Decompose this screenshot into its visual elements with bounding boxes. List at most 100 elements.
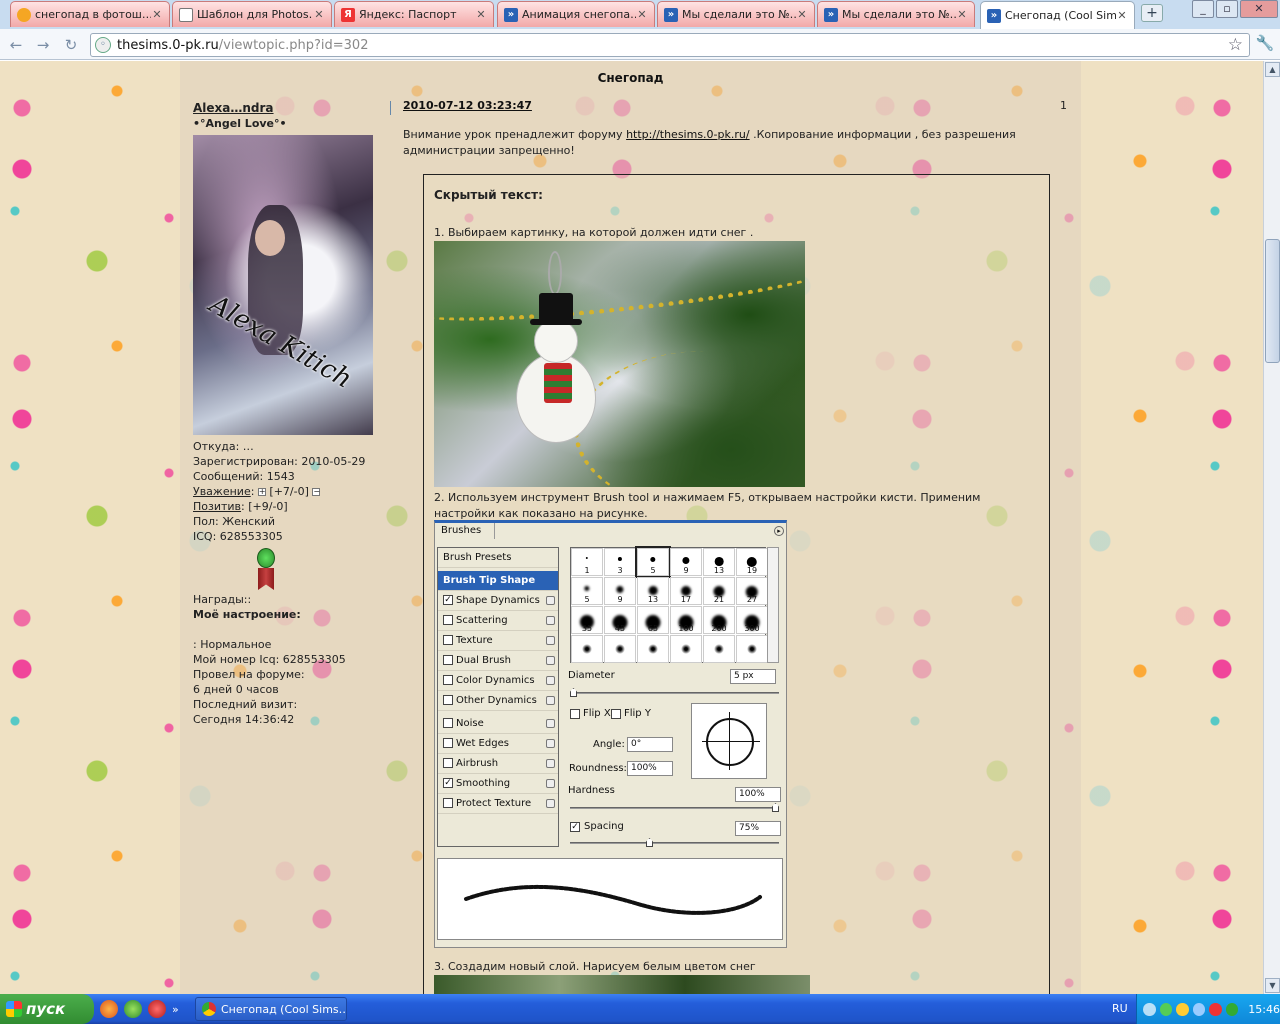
profile-icq-line: Мой номер Icq: 628553305 [193, 653, 346, 666]
close-tab-icon[interactable]: ✕ [636, 8, 648, 21]
system-tray: 15:46 [1136, 994, 1280, 1024]
spacing-checkbox: ✓ [570, 822, 580, 832]
minimize-button[interactable]: _ [1192, 0, 1214, 18]
tab-3[interactable]: Я Яндекс: Паспорт ✕ [334, 1, 494, 27]
tab-label: Мы сделали это №… [682, 8, 796, 21]
option-checkbox: ✓ [443, 778, 453, 788]
wrench-icon[interactable]: 🔧 [1255, 34, 1275, 54]
brush-size-label: 45 [614, 624, 626, 633]
tab-strip: снегопад в фотош… ✕ Шаблон для Photos… ✕ Я Ян… [0, 0, 1280, 29]
lock-icon [546, 696, 555, 705]
brush-option-item: Color Dynamics [438, 671, 558, 691]
address-bar[interactable]: ◦ thesims.0-pk.ru/viewtopic.php?id=302 ☆ [90, 33, 1250, 57]
brush-size-label: 100 [678, 624, 694, 633]
close-tab-icon[interactable]: ✕ [151, 8, 163, 21]
lock-icon [546, 719, 555, 728]
brush-size-label: 65 [647, 624, 659, 633]
brush-size-label: 300 [744, 624, 760, 633]
language-indicator[interactable]: RU [1112, 1002, 1128, 1015]
brush-tip-cell: 5 [635, 546, 671, 578]
author-name-link[interactable]: Alexa…ndra [193, 101, 403, 116]
forum-content: Снегопад Alexa…ndra •°Angel Love°• Alexa… [180, 61, 1081, 994]
hardness-label: Hardness [568, 785, 615, 796]
minus-icon[interactable]: − [312, 488, 321, 496]
bookmark-star-icon[interactable]: ☆ [1228, 35, 1243, 55]
spacing-label: Spacing [584, 821, 624, 832]
forward-icon[interactable]: → [33, 35, 53, 55]
firefox-icon[interactable] [100, 1000, 118, 1018]
brush-size-label: 27 [746, 595, 758, 604]
brush-size-label: 13 [713, 566, 725, 575]
tray-icq-icon[interactable] [1159, 1002, 1173, 1016]
close-tab-icon[interactable]: ✕ [956, 8, 968, 21]
new-tab-button[interactable]: + [1141, 4, 1163, 22]
tab-6[interactable]: » Мы сделали это №… ✕ [817, 1, 975, 27]
diameter-slider [570, 688, 779, 697]
tray-network-icon[interactable] [1192, 1002, 1206, 1016]
page-scrollbar[interactable]: ▲ ▼ [1263, 61, 1280, 994]
option-label: Airbrush [456, 758, 499, 769]
brush-tip-cell: 65 [637, 606, 669, 634]
close-window-button[interactable]: ✕ [1240, 0, 1278, 18]
tab-label: снегопад в фотош… [35, 8, 151, 21]
brush-tip-cell: 27 [736, 577, 768, 605]
windows-taskbar: пуск » Снегопад (Cool Sims… RU 15:46 [0, 994, 1280, 1024]
scroll-down-icon[interactable]: ▼ [1265, 978, 1280, 993]
reload-icon[interactable]: ↻ [61, 35, 81, 55]
close-tab-icon[interactable]: ✕ [313, 8, 325, 21]
angle-field: 0° [627, 737, 673, 752]
profile-time-value: 6 дней 0 часов [193, 683, 279, 696]
brush-size-label: 35 [581, 624, 593, 633]
forum-link[interactable]: http://thesims.0-pk.ru/ [626, 128, 750, 141]
quicklaunch-more-icon[interactable]: » [172, 1003, 179, 1016]
scroll-up-icon[interactable]: ▲ [1265, 62, 1280, 77]
taskbar-chrome-window[interactable]: Снегопад (Cool Sims… [195, 997, 347, 1021]
brushes-tab: Brushes [435, 523, 495, 539]
profile-last-visit-label: Последний визит: [193, 698, 298, 711]
icq-icon[interactable] [124, 1000, 142, 1018]
scroll-thumb[interactable] [1265, 239, 1280, 363]
step-1-text: 1. Выбираем картинку, на которой должен … [434, 226, 754, 239]
option-label: Smoothing [456, 778, 511, 789]
brush-option-item: Protect Texture [438, 794, 558, 814]
option-checkbox [443, 675, 453, 685]
tab-5[interactable]: » Мы сделали это №… ✕ [657, 1, 815, 27]
tab-4[interactable]: » Анимация снегопа… ✕ [497, 1, 655, 27]
option-label: Protect Texture [456, 798, 532, 809]
brush-size-label: 17 [680, 595, 692, 604]
roundness-label: Roundness: [569, 763, 627, 774]
tray-antivirus-icon[interactable] [1209, 1002, 1222, 1016]
tab-2[interactable]: Шаблон для Photos… ✕ [172, 1, 332, 27]
brush-size-label: 9 [617, 595, 623, 604]
maximize-button[interactable]: ▫ [1216, 0, 1238, 18]
plus-icon[interactable]: + [257, 488, 266, 496]
post-date-link[interactable]: 2010-07-12 03:23:47 [403, 99, 532, 112]
tray-shield-icon[interactable] [1225, 1002, 1239, 1016]
tray-app-icon[interactable] [1176, 1002, 1189, 1016]
bulb-icon [17, 7, 31, 22]
respect-link[interactable]: Уважение [193, 485, 251, 498]
brush-tip-cell: 13 [637, 577, 669, 605]
tab-7[interactable]: » Снегопад (Cool Sims) ✕ [980, 1, 1135, 29]
brush-size-label: 5 [584, 595, 590, 604]
close-tab-icon[interactable]: ✕ [796, 8, 808, 21]
start-button[interactable]: пуск [0, 994, 94, 1024]
tray-arrow-icon[interactable] [1143, 1002, 1156, 1016]
positive-link[interactable]: Позитив [193, 500, 241, 513]
flip-y-label: Flip Y [624, 708, 651, 719]
close-tab-icon[interactable]: ✕ [1116, 9, 1128, 22]
avatar: Alexa Kitich [193, 135, 373, 435]
globe-icon: ◦ [95, 37, 111, 53]
url-path: /viewtopic.php?id=302 [218, 37, 369, 53]
back-icon[interactable]: ← [6, 35, 26, 55]
tab-label: Мы сделали это №… [842, 8, 956, 21]
brush-stroke-preview [437, 858, 783, 940]
close-tab-icon[interactable]: ✕ [475, 8, 487, 21]
tab-1[interactable]: снегопад в фотош… ✕ [10, 1, 170, 27]
profile-mood-label: Моё настроение: [193, 608, 301, 621]
brush-tip-cell: 19 [736, 548, 768, 576]
user-title: •°Angel Love°• [193, 117, 287, 130]
lock-icon [546, 739, 555, 748]
brush-tip-cell: 3 [604, 548, 636, 576]
opera-icon[interactable] [148, 1000, 166, 1018]
